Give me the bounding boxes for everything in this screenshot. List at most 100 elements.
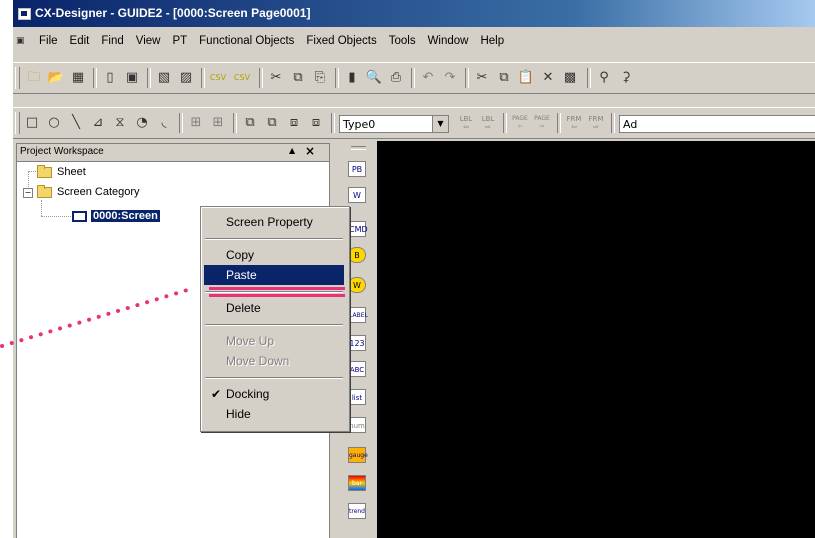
csv-export-icon[interactable]: CSV [233, 69, 251, 87]
menu-file[interactable]: File [33, 35, 64, 47]
line-icon[interactable]: ╲ [67, 114, 85, 132]
label-prev-text: LBL [459, 115, 473, 123]
window-title: CX-Designer - GUIDE2 - [0000:Screen Page… [35, 6, 311, 20]
menu-screen-property[interactable]: Screen Property [204, 212, 344, 232]
redo-icon[interactable]: ↷ [441, 69, 459, 87]
menu-move-up: Move Up [226, 334, 275, 348]
document-icon[interactable]: ▮ [343, 69, 361, 87]
menu-tools[interactable]: Tools [383, 35, 422, 47]
command-button-icon[interactable]: CMD [348, 221, 368, 237]
bit-lamp-icon[interactable]: B [348, 247, 366, 263]
save-project-icon[interactable]: ▦ [69, 69, 87, 87]
menu-edit[interactable]: Edit [64, 35, 96, 47]
word-button-icon[interactable]: W [348, 187, 366, 203]
new-screen-icon[interactable]: ▯ [101, 69, 119, 87]
chevron-down-icon[interactable]: ▼ [432, 116, 448, 132]
menu-copy[interactable]: Copy [204, 245, 344, 265]
menu-hide[interactable]: Hide [204, 404, 344, 424]
cut-object-icon[interactable]: ✂ [267, 69, 285, 87]
delete-icon[interactable]: ✕ [539, 69, 557, 87]
drawing-toolbar: □ ○ ╲ ⊿ ⧖ ◔ ◟ ⊞ ⊞ ⧉ ⧉ ⧈ ⧈ Type0 ▼ LBL ⇦ L… [13, 107, 815, 139]
copy-icon[interactable]: ⧉ [495, 69, 513, 87]
object-type-combo[interactable]: Type0 ▼ [339, 115, 449, 133]
align-right-icon[interactable]: ⊞ [209, 114, 227, 132]
copy-object-icon[interactable]: ⧉ [289, 69, 307, 87]
analog-meter-icon[interactable]: gauge [348, 447, 368, 463]
toolbar-grip-2[interactable] [15, 112, 20, 134]
label-prev-icon[interactable]: LBL ⇦ [457, 114, 475, 132]
pin-icon[interactable]: ▲ [289, 146, 295, 155]
cut-icon[interactable]: ✂ [473, 69, 491, 87]
collapse-icon[interactable]: − [23, 188, 33, 198]
label-next-icon[interactable]: LBL ⇨ [479, 114, 497, 132]
send-back-icon[interactable]: ⧉ [263, 114, 281, 132]
numeral-display-icon[interactable]: 123 [348, 335, 366, 351]
string-display-icon[interactable]: ABC [348, 361, 366, 377]
level-meter-icon[interactable]: bar [348, 475, 366, 491]
menu-docking-label: Docking [226, 387, 270, 401]
print-icon[interactable]: ⎙ [387, 69, 405, 87]
open-project-icon[interactable]: 📂 [47, 69, 65, 87]
address-combo[interactable]: Ad [619, 115, 815, 133]
screen-page-icon [72, 210, 87, 222]
thumbwheel-icon[interactable]: num [348, 417, 366, 433]
tree-item-screen-page[interactable]: 0000:Screen [72, 208, 160, 224]
paste-object-icon[interactable]: ⎘ [311, 69, 329, 87]
replace-icon[interactable]: ⚳ [617, 69, 635, 87]
print-preview-icon[interactable]: 🔍 [365, 69, 383, 87]
object-type-value: Type0 [343, 118, 376, 131]
tree-item-sheet[interactable]: Sheet [37, 164, 86, 180]
broken-line-graph-icon[interactable]: trend [348, 503, 366, 519]
ungroup-icon[interactable]: ⧈ [307, 114, 325, 132]
document-menu-icon[interactable]: ▣ [16, 36, 29, 47]
save-icon[interactable]: ▣ [123, 69, 141, 87]
app-icon[interactable] [18, 8, 31, 20]
menu-view[interactable]: View [130, 35, 167, 47]
menu-functional-objects[interactable]: Functional Objects [193, 35, 300, 47]
menu-paste[interactable]: Paste [204, 265, 344, 285]
arc-icon[interactable]: ◟ [155, 114, 173, 132]
tree-item-screen-category[interactable]: Screen Category [37, 184, 140, 200]
label-icon[interactable]: LABEL [348, 307, 368, 323]
menu-delete[interactable]: Delete [204, 298, 344, 318]
annotation-dotted-arrow [0, 286, 196, 348]
polyline-icon[interactable]: ⊿ [89, 114, 107, 132]
screen-canvas[interactable] [377, 141, 815, 538]
tree-label-sheet: Sheet [57, 166, 86, 178]
frame-prev-icon[interactable]: FRM ⇦ [565, 114, 583, 132]
circle-icon[interactable]: ○ [45, 114, 63, 132]
group-icon[interactable]: ⧈ [285, 114, 303, 132]
grid-icon[interactable]: ▩ [561, 69, 579, 87]
toolbar-grip[interactable] [15, 67, 20, 89]
label-next-text: LBL [481, 115, 495, 123]
push-button-icon[interactable]: PB [348, 161, 366, 177]
strip-grip[interactable] [351, 146, 366, 150]
menu-pt[interactable]: PT [166, 35, 193, 47]
page-prev-icon[interactable]: PAGE ⇦ [511, 114, 529, 132]
align-left-icon[interactable]: ⊞ [187, 114, 205, 132]
word-lamp-icon[interactable]: W [348, 277, 366, 293]
find-icon[interactable]: ⚲ [595, 69, 613, 87]
page-next-icon[interactable]: PAGE ⇨ [533, 114, 551, 132]
undo-icon[interactable]: ↶ [419, 69, 437, 87]
new-project-icon[interactable]: 🗀 [25, 69, 43, 87]
frame-next-icon[interactable]: FRM ⇨ [587, 114, 605, 132]
csv-import-icon[interactable]: CSV [209, 69, 227, 87]
list-selection-icon[interactable]: list [348, 389, 366, 405]
menu-find[interactable]: Find [95, 35, 129, 47]
panel-title: Project Workspace [20, 146, 104, 157]
menu-move-down: Move Down [226, 354, 290, 368]
paste-icon[interactable]: 📋 [517, 69, 535, 87]
menu-fixed-objects[interactable]: Fixed Objects [300, 35, 382, 47]
polygon-icon[interactable]: ⧖ [111, 114, 129, 132]
compare-icon[interactable]: ▨ [177, 69, 195, 87]
rectangle-icon[interactable]: □ [23, 114, 41, 132]
checkmark-icon: ✔ [211, 387, 222, 401]
menu-docking[interactable]: ✔ Docking [204, 384, 344, 404]
close-icon[interactable]: × [305, 144, 315, 158]
menu-window[interactable]: Window [422, 35, 475, 47]
sector-icon[interactable]: ◔ [133, 114, 151, 132]
transfer-icon[interactable]: ▧ [155, 69, 173, 87]
bring-front-icon[interactable]: ⧉ [241, 114, 259, 132]
menu-help[interactable]: Help [474, 35, 510, 47]
